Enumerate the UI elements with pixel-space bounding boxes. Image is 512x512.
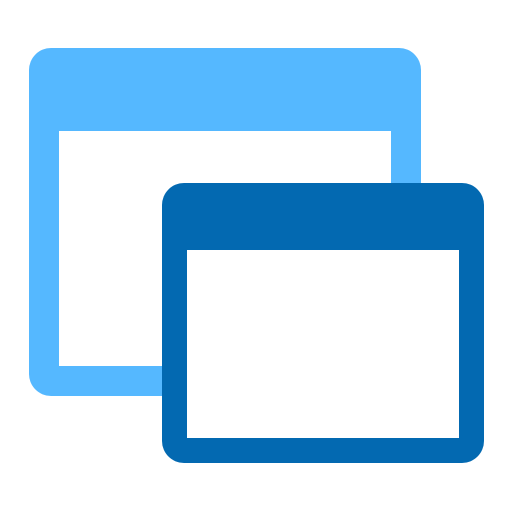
front-window-content-pane (187, 250, 459, 438)
multiple-windows-icon (0, 0, 512, 512)
front-window-frame (162, 183, 484, 463)
